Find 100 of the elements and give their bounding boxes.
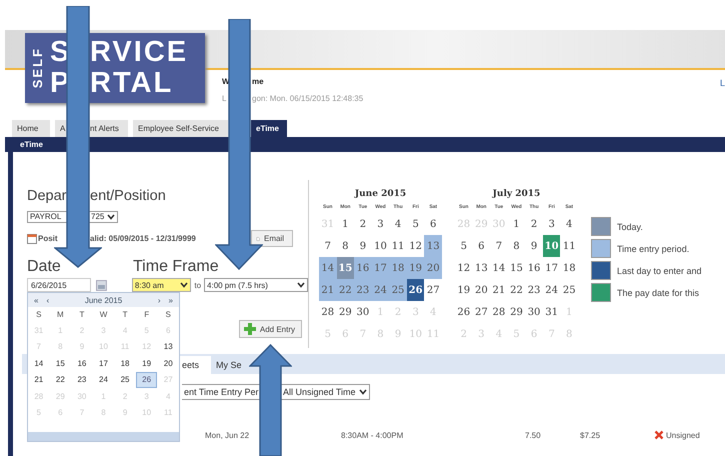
nav-tab[interactable]: eTime	[251, 120, 287, 137]
nav-button[interactable]: «	[34, 296, 38, 304]
to-label: to	[194, 280, 202, 290]
last-logon-text: gon: Mon. 06/15/2015 12:48:35	[252, 94, 364, 103]
calendar-day: 29	[336, 301, 354, 323]
calendar-day[interactable]: 19	[136, 355, 158, 372]
calendar-day: 29	[508, 301, 526, 323]
calendar-day: 2	[525, 213, 543, 235]
calendar-icon[interactable]	[96, 280, 107, 290]
calendar-day: 27	[424, 279, 442, 301]
calendar-day: 1	[508, 213, 526, 235]
calendar-day: 18	[560, 257, 578, 279]
calendar-day[interactable]: 20	[157, 355, 179, 372]
calendar-day[interactable]: 21	[28, 372, 50, 388]
calendar-day: 21	[319, 279, 337, 301]
calendar-day[interactable]: 18	[114, 355, 136, 372]
header-link[interactable]: L	[720, 78, 725, 88]
table-cell: Mon, Jun 22	[205, 430, 250, 440]
calendar-day: 3	[542, 213, 560, 235]
calendar-day: 17	[542, 257, 560, 279]
calendar-day: 12	[406, 235, 424, 257]
calendar-day: 26	[406, 279, 424, 301]
legend-label: Time entry period.	[617, 244, 690, 254]
calendar-day: 7	[319, 235, 337, 257]
calendar-day: 8	[508, 235, 526, 257]
welcome-text: me	[252, 77, 264, 86]
nav-tab[interactable]: Employee Self-Service	[133, 120, 228, 137]
calendar-day: 17	[372, 257, 390, 279]
legend-label: The pay date for this	[617, 288, 700, 298]
calendar-day: 13	[424, 235, 442, 257]
start-time-select[interactable]: 8:30 am	[132, 278, 192, 292]
chevron-icon	[107, 214, 116, 220]
end-time-select[interactable]: 4:00 pm (7.5 hrs)	[204, 278, 308, 292]
calendar-day[interactable]: 26	[136, 372, 158, 388]
month-title: July 2015	[491, 189, 542, 199]
calendar-day: 26	[455, 301, 473, 323]
add-entry-button[interactable]: Add Entry	[238, 320, 302, 338]
calendar-day: 10	[372, 235, 390, 257]
calendar-day: 13	[472, 257, 490, 279]
calendar-day: 25	[389, 279, 407, 301]
email-button[interactable]: Email	[251, 230, 293, 247]
timesheet-tab[interactable]: eets	[180, 356, 212, 374]
calendar-day: 8	[336, 235, 354, 257]
calendar-day: 20	[472, 279, 490, 301]
weekday-label: T	[122, 310, 128, 319]
timesheet-tab[interactable]: My Se	[214, 356, 254, 374]
status-text: Unsigned	[666, 430, 700, 440]
subnav-item[interactable]: eTime	[20, 140, 43, 149]
weekday-label: F	[143, 310, 150, 319]
calendar-day: 4	[560, 213, 578, 235]
calendar-day: 28	[490, 301, 508, 323]
chevron-icon	[180, 282, 188, 288]
calendar-day[interactable]: 14	[28, 355, 50, 372]
nav-button[interactable]: ›	[158, 296, 161, 304]
calendar-day: 25	[560, 279, 578, 301]
nav-button[interactable]: ‹	[46, 296, 50, 304]
table-cell: $7.25	[580, 430, 600, 440]
calendar-day: 28	[319, 301, 337, 323]
calendar-day: 3	[372, 213, 390, 235]
calendar-day[interactable]: 15	[50, 355, 72, 372]
nav-tab[interactable]: Home	[12, 120, 50, 137]
calendar-day: 15	[508, 257, 526, 279]
weekday-label: S	[164, 310, 172, 319]
plus-icon	[244, 323, 256, 335]
weekday-label: M	[56, 310, 65, 319]
legend-label: Today.	[617, 222, 643, 232]
calendar-day: 11	[560, 235, 578, 257]
calendar-day: 16	[525, 257, 543, 279]
calendar-day: 2	[354, 213, 372, 235]
calendar-day: 9	[525, 235, 543, 257]
month-title: June 2015	[84, 296, 124, 304]
calendar-day: 10	[542, 235, 560, 257]
date-label: Date	[27, 258, 62, 276]
calendar-day: 23	[354, 279, 372, 301]
calendar-day: 12	[455, 257, 473, 279]
calendar-day[interactable]: 25	[114, 372, 136, 388]
calendar-day[interactable]: 13	[157, 338, 179, 355]
calendar-day: 14	[490, 257, 508, 279]
calendar-day: 18	[389, 257, 407, 279]
calendar-day[interactable]: 23	[71, 372, 93, 388]
calendar-day: 22	[508, 279, 526, 301]
calendar-day: 6	[424, 213, 442, 235]
date-field[interactable]: 6/26/2015	[27, 278, 91, 292]
department-label: ent/Position	[90, 188, 166, 204]
nav-button[interactable]: »	[168, 296, 173, 304]
calendar-day[interactable]: 17	[92, 355, 114, 372]
department-label: Depar	[27, 188, 66, 204]
legend-label: Last day to enter and	[617, 266, 702, 276]
calendar-icon	[27, 234, 37, 244]
calendar-day: 4	[389, 213, 407, 235]
calendar-day: 20	[424, 257, 442, 279]
calendar-day: 11	[389, 235, 407, 257]
calendar-day: 7	[490, 235, 508, 257]
calendar-day: 6	[472, 235, 490, 257]
calendar-day: 23	[525, 279, 543, 301]
calendar-day: 19	[406, 257, 424, 279]
calendar-day[interactable]: 22	[50, 372, 72, 388]
calendar-day[interactable]: 16	[71, 355, 93, 372]
calendar-day[interactable]: 24	[92, 372, 114, 388]
calendar-day: 1	[336, 213, 354, 235]
